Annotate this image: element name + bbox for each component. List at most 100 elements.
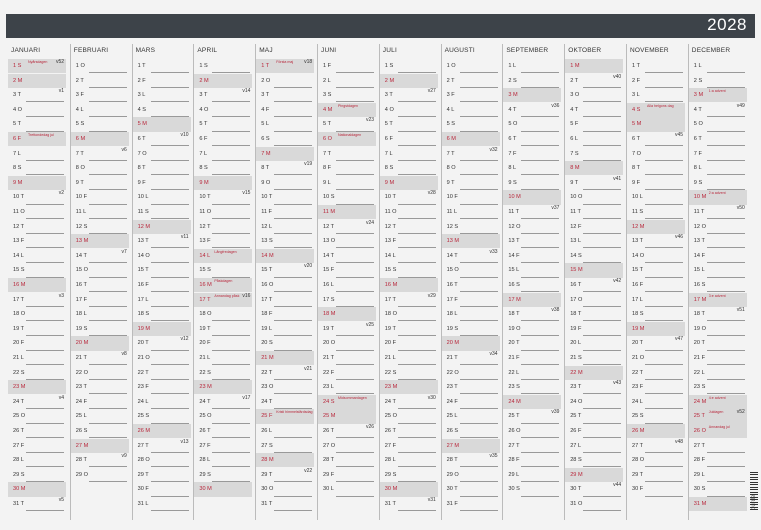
day-cell[interactable]: 29 T v22: [256, 468, 314, 482]
day-cell[interactable]: 28 L: [380, 453, 438, 468]
day-cell[interactable]: 24 T v30: [380, 395, 438, 409]
day-cell[interactable]: 26 S: [71, 424, 129, 439]
day-cell[interactable]: 10 F: [442, 190, 500, 205]
day-cell[interactable]: 23 T v43: [565, 380, 623, 395]
day-cell[interactable]: 25 S: [627, 409, 685, 424]
day-cell[interactable]: 6 M: [70, 132, 129, 147]
day-cell[interactable]: 23 L: [318, 380, 376, 395]
day-cell[interactable]: 1 S: [380, 59, 438, 74]
day-cell[interactable]: 25 T v39: [503, 409, 561, 424]
day-cell[interactable]: 9 M: [8, 175, 66, 190]
day-cell[interactable]: 16 T: [442, 278, 500, 293]
day-cell[interactable]: 10 S: [318, 190, 376, 205]
day-cell[interactable]: 22 T v21: [256, 366, 314, 380]
day-cell[interactable]: 17 L: [133, 293, 191, 307]
day-cell[interactable]: 26 T: [194, 424, 252, 439]
day-cell[interactable]: 30 S: [503, 482, 561, 497]
day-cell[interactable]: 27 O: [318, 439, 376, 453]
day-cell[interactable]: 28 F: [503, 453, 561, 468]
day-cell[interactable]: 22 F: [318, 366, 376, 380]
day-cell[interactable]: 5 L: [256, 117, 314, 132]
day-cell[interactable]: 19 S: [71, 322, 129, 336]
day-cell[interactable]: 15 O: [442, 263, 500, 278]
day-cell[interactable]: 3 T: [256, 88, 314, 103]
day-cell[interactable]: 25 O: [194, 409, 252, 424]
day-cell[interactable]: 31 T: [256, 497, 314, 512]
day-cell[interactable]: 13 T: [503, 234, 561, 249]
day-cell[interactable]: 24 O: [565, 395, 623, 409]
day-cell[interactable]: 4 O: [380, 103, 438, 117]
day-cell[interactable]: 19 S: [442, 322, 500, 336]
day-cell[interactable]: 16 M: [8, 278, 66, 293]
day-cell[interactable]: 21 T v34: [442, 351, 500, 366]
day-cell[interactable]: 2 L: [318, 74, 376, 88]
day-cell[interactable]: 5 S: [71, 117, 129, 132]
day-cell[interactable]: 6 F Trettondedag jul: [8, 132, 66, 147]
day-cell[interactable]: 5 T: [194, 117, 252, 132]
day-cell[interactable]: 23 M: [8, 380, 66, 395]
day-cell[interactable]: 28 L: [194, 453, 252, 468]
day-cell[interactable]: 29 T: [627, 468, 685, 482]
day-cell[interactable]: 11 O: [8, 205, 66, 220]
day-cell[interactable]: 21 O: [133, 351, 191, 366]
day-cell[interactable]: 15 T: [133, 263, 191, 278]
day-cell[interactable]: 14 O: [627, 249, 685, 263]
day-cell[interactable]: 9 O: [256, 176, 314, 190]
day-cell[interactable]: 21 L: [194, 351, 252, 366]
day-cell[interactable]: 22 M: [565, 365, 624, 380]
day-cell[interactable]: 8 F: [318, 161, 376, 176]
day-cell[interactable]: 19 T: [380, 322, 438, 336]
day-cell[interactable]: 11 O: [194, 205, 252, 220]
day-cell[interactable]: 15 M: [565, 263, 624, 278]
day-cell[interactable]: 5 F: [565, 117, 623, 132]
day-cell[interactable]: 14 L: [380, 249, 438, 263]
day-cell[interactable]: 26 M: [627, 424, 685, 439]
day-cell[interactable]: 26 F: [565, 424, 623, 439]
day-cell[interactable]: 13 F: [8, 234, 66, 249]
day-cell[interactable]: 7 L: [194, 147, 252, 161]
day-cell[interactable]: 14 L Långfredagen: [194, 248, 253, 263]
day-cell[interactable]: 25 T: [565, 409, 623, 424]
day-cell[interactable]: 17 S: [318, 293, 376, 307]
day-cell[interactable]: 2 F: [133, 74, 191, 88]
day-cell[interactable]: 21 F: [503, 351, 561, 366]
day-cell[interactable]: 28 T v35: [442, 453, 500, 468]
day-cell[interactable]: 27 T v13: [133, 439, 191, 453]
day-cell[interactable]: 4 O: [8, 103, 66, 117]
day-cell[interactable]: 16 F: [133, 278, 191, 293]
day-cell[interactable]: 20 T: [689, 336, 747, 351]
day-cell[interactable]: 10 T v2: [8, 190, 66, 205]
day-cell[interactable]: 4 L: [442, 103, 500, 117]
day-cell[interactable]: 24 M: [503, 394, 562, 409]
day-cell[interactable]: 15 L: [503, 263, 561, 278]
day-cell[interactable]: 15 T: [627, 263, 685, 278]
day-cell[interactable]: 11 T v50: [689, 205, 747, 220]
day-cell[interactable]: 24 T: [256, 395, 314, 409]
day-cell[interactable]: 11 O: [380, 205, 438, 220]
day-cell[interactable]: 8 T: [627, 161, 685, 176]
day-cell[interactable]: 6 F: [380, 132, 438, 147]
day-cell[interactable]: 30 M: [8, 482, 66, 497]
day-cell[interactable]: 24 T v17: [194, 395, 252, 409]
day-cell[interactable]: 27 L: [565, 439, 623, 453]
day-cell[interactable]: 3 F: [71, 88, 129, 103]
day-cell[interactable]: 8 L: [503, 161, 561, 176]
day-cell[interactable]: 19 L: [256, 322, 314, 336]
day-cell[interactable]: 27 T v48: [627, 439, 685, 453]
day-cell[interactable]: 13 M: [70, 234, 129, 249]
day-cell[interactable]: 5 M: [627, 117, 685, 132]
day-cell[interactable]: 22 O: [442, 366, 500, 380]
day-cell[interactable]: 14 M: [256, 248, 315, 263]
day-cell[interactable]: 31 L: [133, 497, 191, 512]
day-cell[interactable]: 13 L: [565, 234, 623, 249]
day-cell[interactable]: 22 L: [689, 366, 747, 380]
day-cell[interactable]: 17 L: [627, 293, 685, 307]
day-cell[interactable]: 10 T: [256, 190, 314, 205]
day-cell[interactable]: 30 M: [379, 482, 438, 497]
day-cell[interactable]: 10 T v28: [380, 190, 438, 205]
day-cell[interactable]: 18 S: [627, 307, 685, 322]
day-cell[interactable]: 17 M 3:e advent: [688, 292, 747, 307]
day-cell[interactable]: 7 T: [318, 147, 376, 161]
day-cell[interactable]: 7 F: [689, 147, 747, 161]
day-cell[interactable]: 21 S: [565, 351, 623, 366]
